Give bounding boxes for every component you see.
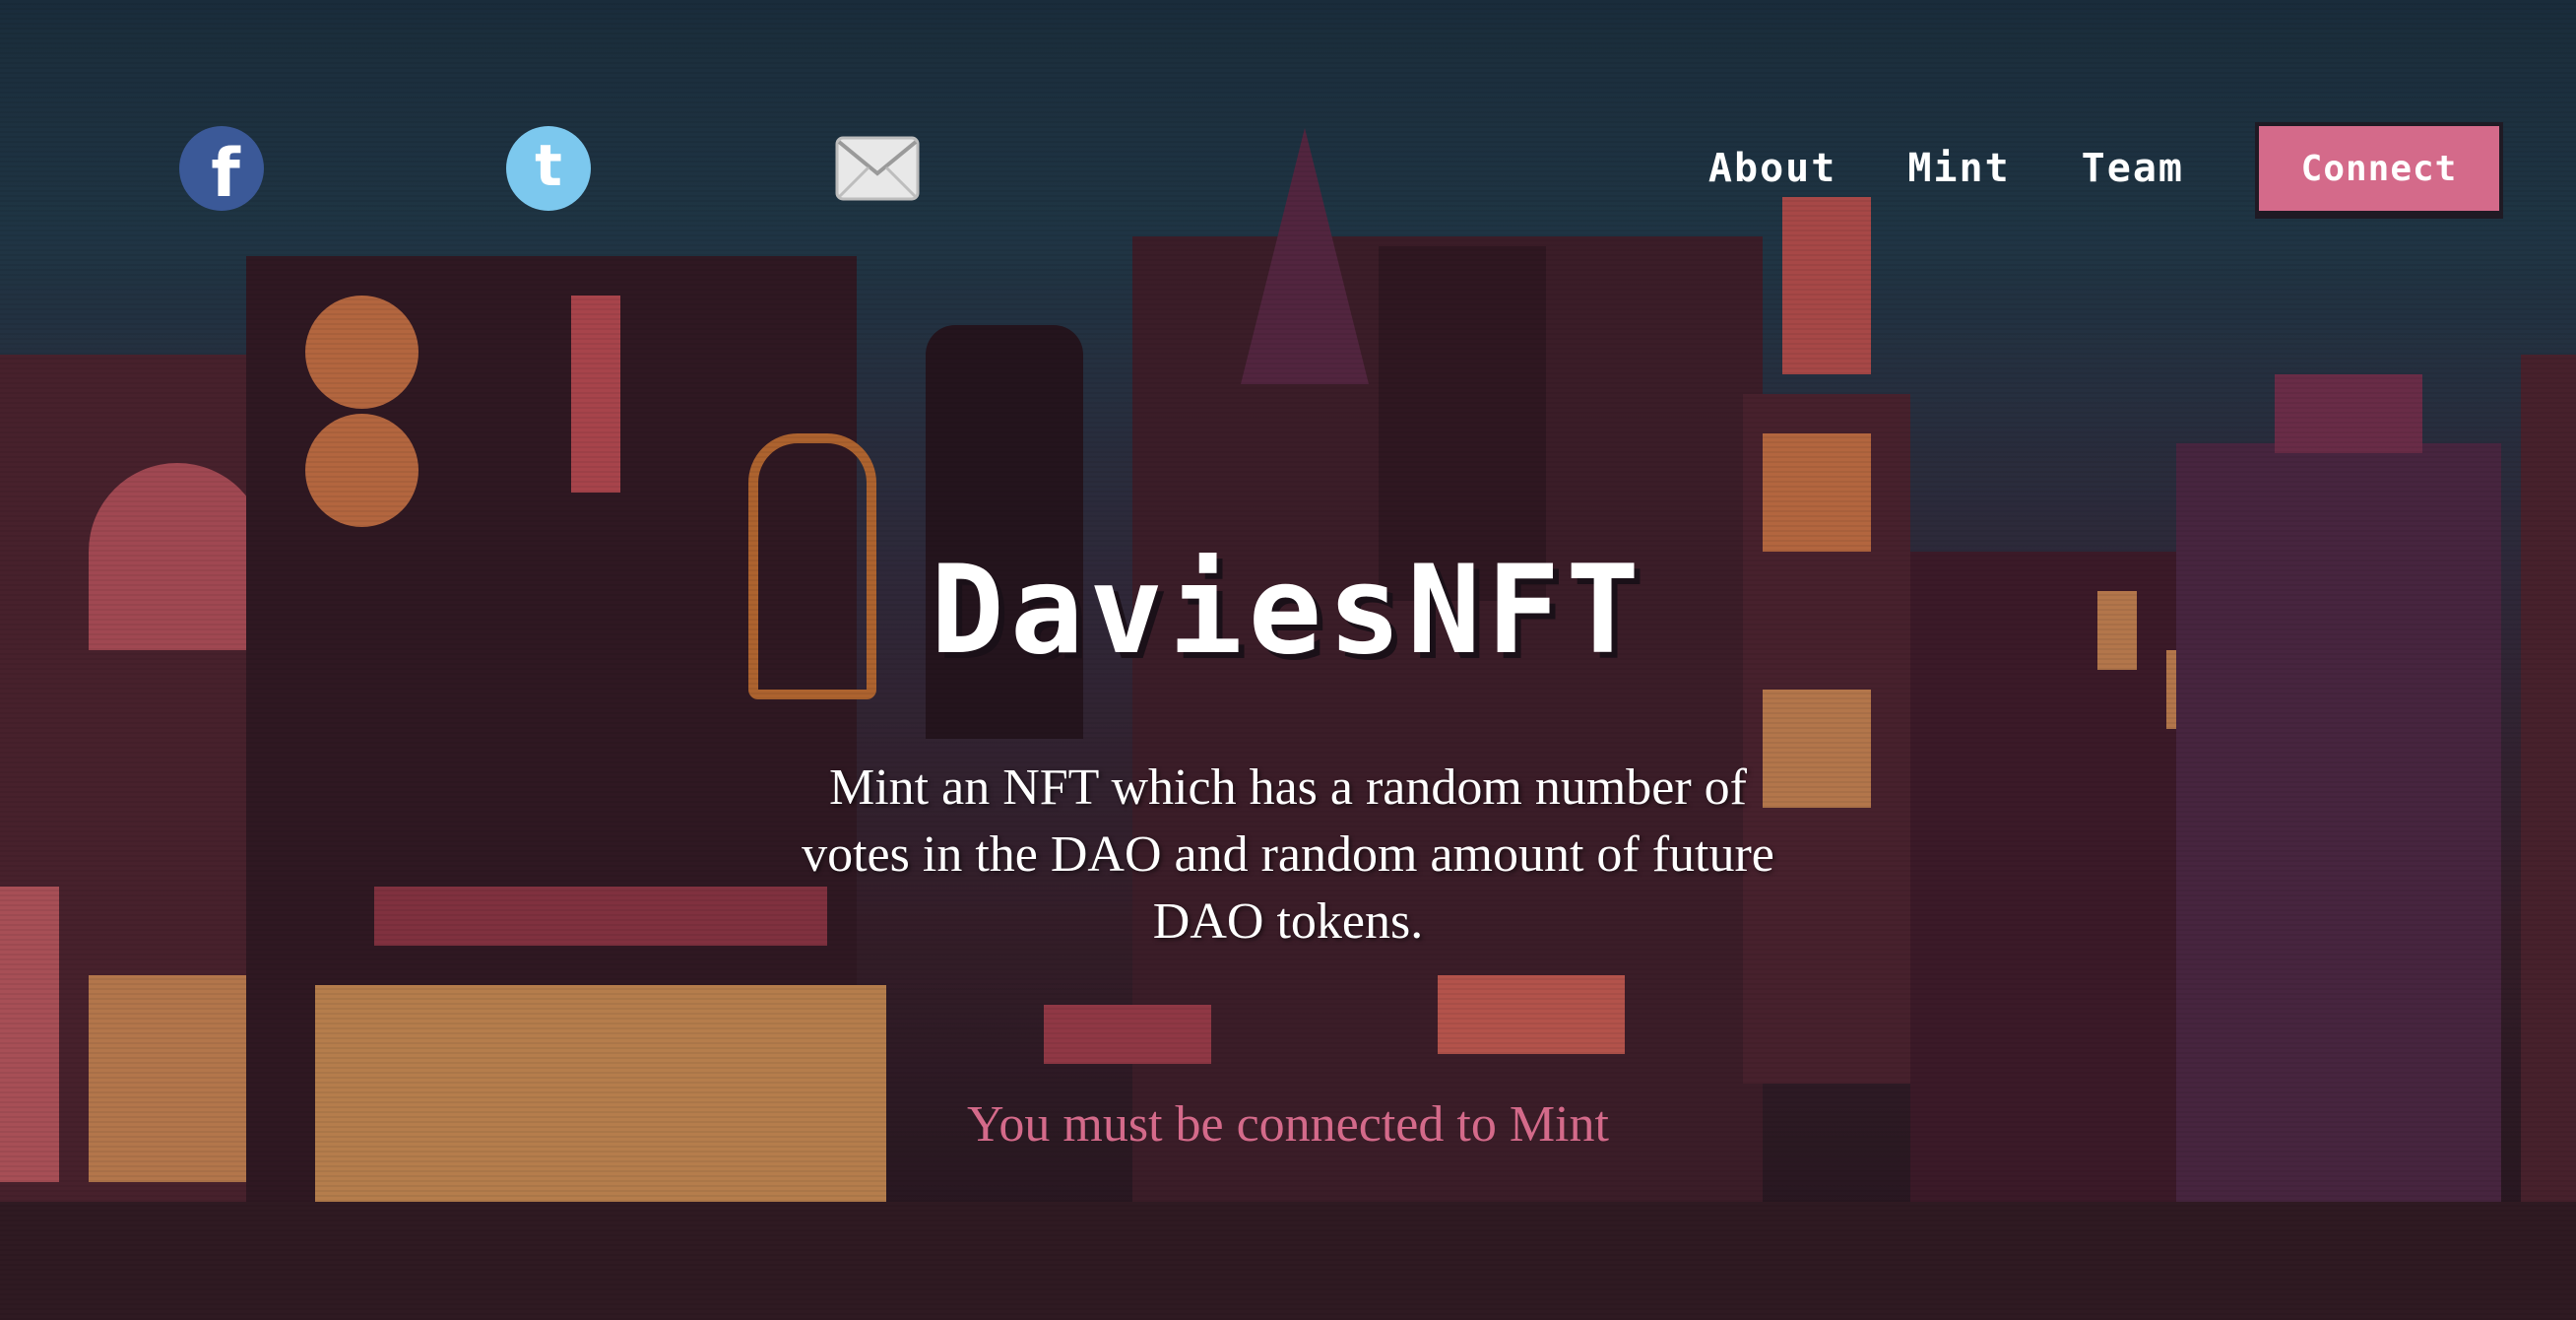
nav-about[interactable]: About [1708,146,1836,191]
connect-button[interactable]: Connect [2255,122,2503,215]
email-link[interactable] [835,126,920,211]
landing-page: f t About Mint Team Connect DaviesNFT Mi… [0,0,2576,1320]
twitter-link[interactable]: t [506,126,591,211]
envelope-icon [835,136,920,201]
main-nav: About Mint Team Connect [1708,122,2503,215]
facebook-link[interactable]: f [179,126,264,213]
connection-notice: You must be connected to Mint [967,1096,1609,1153]
nav-team[interactable]: Team [2082,146,2184,191]
page-title: DaviesNFT [931,540,1645,682]
hero-description: Mint an NFT which has a random number of… [802,759,1774,950]
twitter-icon: t [535,132,562,199]
facebook-icon: f [211,134,240,213]
nav-mint[interactable]: Mint [1907,146,2010,191]
